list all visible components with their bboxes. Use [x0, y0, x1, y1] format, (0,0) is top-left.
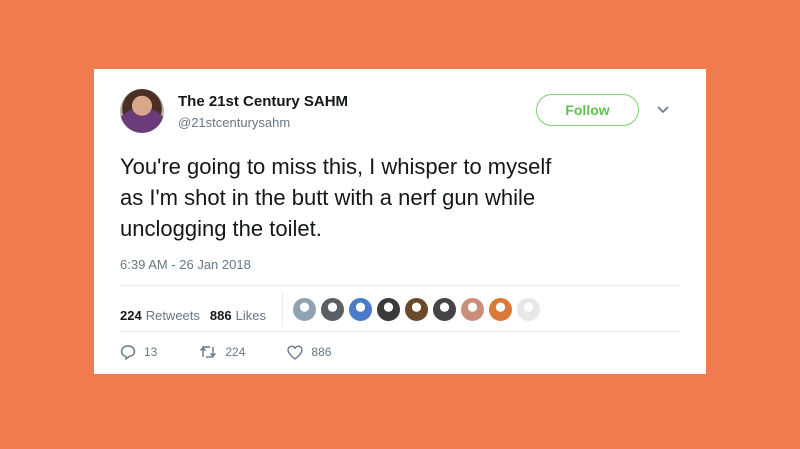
tweet-text: You're going to miss this, I whisper to … [120, 151, 680, 244]
tweet-line: as I'm shot in the butt with a nerf gun … [120, 185, 536, 210]
liker-avatar[interactable] [348, 297, 373, 322]
liker-avatar[interactable] [488, 297, 513, 322]
like-count: 886 [311, 345, 332, 359]
divider [120, 331, 680, 332]
liker-avatar[interactable] [404, 297, 429, 322]
liker-avatar[interactable] [292, 297, 317, 322]
follow-button[interactable]: Follow [536, 94, 639, 126]
retweets-stat[interactable]: 224 Retweets [120, 308, 200, 323]
retweet-button[interactable]: 224 [199, 345, 245, 359]
user-handle[interactable]: @21stcenturysahm [178, 115, 290, 130]
divider [120, 285, 680, 286]
liker-avatar[interactable] [320, 297, 345, 322]
user-name[interactable]: The 21st Century SAHM [178, 93, 348, 110]
tweet-line: You're going to miss this, I whisper to … [120, 154, 552, 179]
heart-icon [287, 344, 304, 360]
chevron-down-icon[interactable] [656, 103, 670, 117]
liker-avatar[interactable] [460, 297, 485, 322]
reply-button[interactable]: 13 [120, 344, 157, 360]
liker-avatar[interactable] [432, 297, 457, 322]
likes-stat[interactable]: 886 Likes [210, 308, 266, 323]
retweets-label: Retweets [145, 307, 200, 323]
retweet-icon [200, 346, 217, 358]
tweet-card: The 21st Century SAHM @21stcenturysahm F… [94, 69, 706, 374]
liker-avatar[interactable] [376, 297, 401, 322]
liker-avatar[interactable] [516, 297, 541, 322]
retweet-count: 224 [225, 345, 246, 359]
tweet-line: unclogging the toilet. [120, 216, 322, 241]
tweet-timestamp[interactable]: 6:39 AM - 26 Jan 2018 [120, 257, 251, 272]
like-button[interactable]: 886 [287, 344, 332, 360]
likes-count: 886 [209, 307, 232, 323]
likes-label: Likes [235, 307, 266, 323]
reply-count: 13 [144, 345, 158, 359]
stats-separator [282, 292, 283, 326]
tweet-actions: 13 224 886 [120, 344, 373, 360]
retweets-count: 224 [120, 307, 142, 323]
liker-avatars [292, 297, 544, 322]
reply-icon [120, 345, 136, 360]
avatar[interactable] [120, 89, 164, 133]
